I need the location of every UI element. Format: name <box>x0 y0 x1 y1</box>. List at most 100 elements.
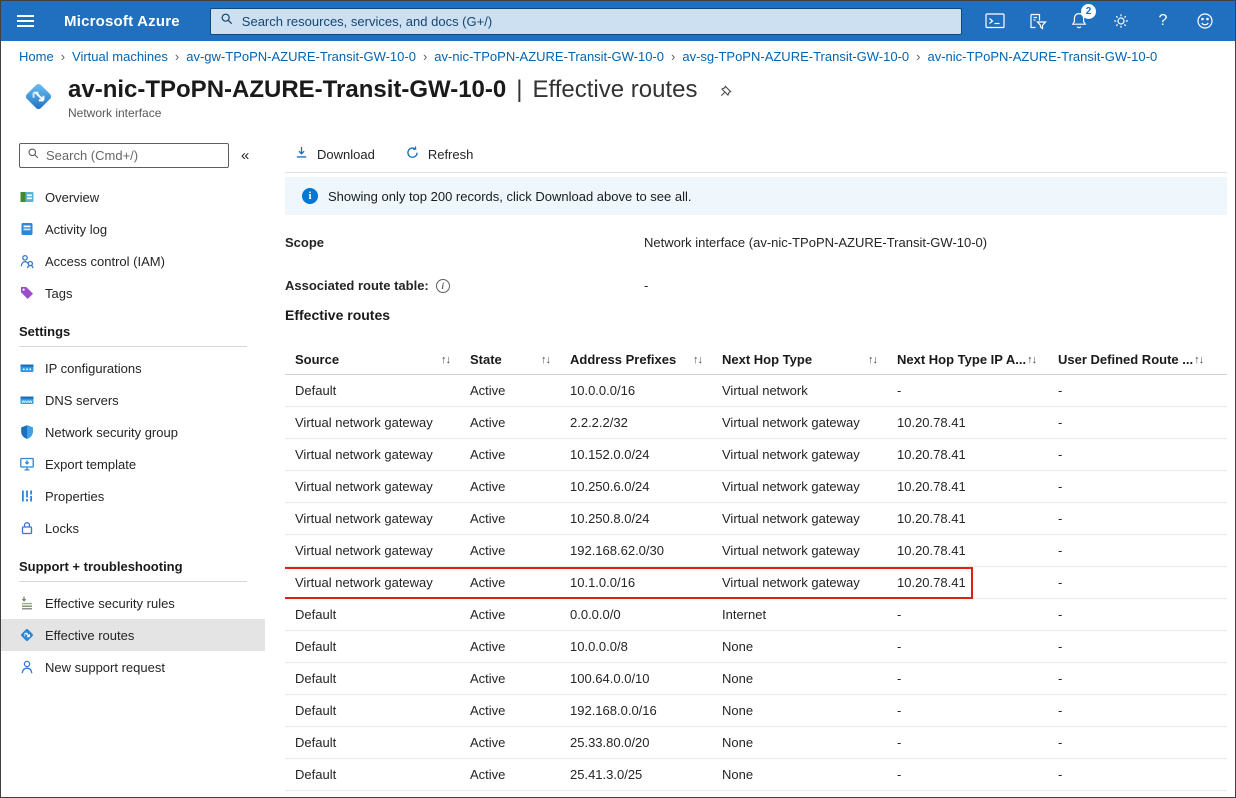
table-row[interactable]: DefaultActive0.0.0.0/0Internet-- <box>285 599 1227 631</box>
table-row[interactable]: Virtual network gatewayActive2.2.2.2/32V… <box>285 407 1227 439</box>
table-cell: - <box>1058 383 1227 398</box>
sidebar-item-new-support-request[interactable]: New support request <box>1 651 265 683</box>
table-cell: Virtual network gateway <box>722 479 897 494</box>
table-cell: - <box>1058 671 1227 686</box>
table-cell: Active <box>470 543 570 558</box>
breadcrumb-separator: › <box>175 49 179 64</box>
table-cell: Default <box>285 703 470 718</box>
info-circle-icon[interactable]: i <box>436 279 450 293</box>
breadcrumb-item-av-sg-tpopn-azure-transit-gw-10-0[interactable]: av-sg-TPoPN-AZURE-Transit-GW-10-0 <box>682 49 909 64</box>
sort-icon: ↑↓ <box>541 354 550 366</box>
table-cell: 10.1.0.0/16 <box>570 575 722 590</box>
sidebar-item-label: Export template <box>45 457 136 472</box>
sidebar-item-access-control-iam[interactable]: Access control (IAM) <box>1 245 265 277</box>
sidebar-item-export-template[interactable]: Export template <box>1 448 265 480</box>
scope-label: Scope <box>285 235 644 250</box>
table-cell: - <box>1058 511 1227 526</box>
sidebar-item-label: Network security group <box>45 425 178 440</box>
table-row[interactable]: DefaultActive25.33.80.0/20None-- <box>285 727 1227 759</box>
table-row[interactable]: Virtual network gatewayActive10.1.0.0/16… <box>285 567 1227 599</box>
directory-filter-icon[interactable] <box>1021 5 1053 37</box>
table-cell: Virtual network gateway <box>722 447 897 462</box>
refresh-button[interactable]: Refresh <box>405 145 474 163</box>
scope-value: Network interface (av-nic-TPoPN-AZURE-Tr… <box>644 235 987 250</box>
table-cell: 2.2.2.2/32 <box>570 415 722 430</box>
download-button[interactable]: Download <box>294 145 375 163</box>
sidebar-search[interactable] <box>19 143 229 168</box>
table-row[interactable]: Virtual network gatewayActive10.152.0.0/… <box>285 439 1227 471</box>
sidebar-item-network-security-group[interactable]: Network security group <box>1 416 265 448</box>
sidebar-item-locks[interactable]: Locks <box>1 512 265 544</box>
effective-security-rules-icon <box>19 595 35 611</box>
hamburger-menu-icon[interactable] <box>1 1 49 41</box>
topbar: Microsoft Azure 2 ? <box>1 1 1235 41</box>
breadcrumb-item-av-nic-tpopn-azure-transit-gw-10-0[interactable]: av-nic-TPoPN-AZURE-Transit-GW-10-0 <box>434 49 664 64</box>
notifications-bell-icon[interactable]: 2 <box>1063 5 1095 37</box>
pin-icon[interactable] <box>719 76 734 106</box>
sidebar-item-label: New support request <box>45 660 165 675</box>
table-cell: - <box>1058 767 1227 782</box>
breadcrumb-separator: › <box>423 49 427 64</box>
sidebar-item-label: Effective security rules <box>45 596 175 611</box>
breadcrumb-item-virtual-machines[interactable]: Virtual machines <box>72 49 168 64</box>
table-row[interactable]: Virtual network gatewayActive10.250.8.0/… <box>285 503 1227 535</box>
table-cell: - <box>1058 543 1227 558</box>
sidebar-divider <box>19 581 247 582</box>
sidebar-item-effective-security-rules[interactable]: Effective security rules <box>1 587 265 619</box>
sidebar-divider <box>19 346 247 347</box>
table-row[interactable]: Virtual network gatewayActive192.168.62.… <box>285 535 1227 567</box>
table-cell: 25.41.3.0/25 <box>570 767 722 782</box>
table-row[interactable]: Virtual network gatewayActive10.250.6.0/… <box>285 471 1227 503</box>
network-interface-icon <box>21 79 56 119</box>
table-row[interactable]: DefaultActive10.0.0.0/8None-- <box>285 631 1227 663</box>
column-header-user-defined-route[interactable]: User Defined Route ...↑↓ <box>1058 352 1227 367</box>
azure-brand[interactable]: Microsoft Azure <box>64 13 180 30</box>
collapse-sidebar-icon[interactable]: « <box>241 147 249 164</box>
table-cell: None <box>722 639 897 654</box>
table-cell: Virtual network gateway <box>285 543 470 558</box>
column-header-state[interactable]: State↑↓ <box>470 352 570 367</box>
global-search[interactable] <box>210 8 962 35</box>
column-header-source[interactable]: Source↑↓ <box>285 352 470 367</box>
table-cell: Active <box>470 703 570 718</box>
info-icon: i <box>302 188 318 204</box>
table-row[interactable]: DefaultActive192.168.0.0/16None-- <box>285 695 1227 727</box>
table-cell: 10.250.8.0/24 <box>570 511 722 526</box>
table-cell: 192.168.62.0/30 <box>570 543 722 558</box>
table-cell: Default <box>285 735 470 750</box>
sidebar-item-effective-routes[interactable]: Effective routes <box>1 619 265 651</box>
table-cell: 0.0.0.0/0 <box>570 607 722 622</box>
table-row[interactable]: DefaultActive100.64.0.0/10None-- <box>285 663 1227 695</box>
breadcrumb-item-av-gw-tpopn-azure-transit-gw-10-0[interactable]: av-gw-TPoPN-AZURE-Transit-GW-10-0 <box>186 49 416 64</box>
column-header-next-hop-type[interactable]: Next Hop Type↑↓ <box>722 352 897 367</box>
table-row[interactable]: DefaultActive25.41.3.0/25None-- <box>285 759 1227 791</box>
sidebar-item-properties[interactable]: Properties <box>1 480 265 512</box>
azure-portal-window: Microsoft Azure 2 ? Home › Virtual machine… <box>0 0 1236 798</box>
svg-text:www: www <box>21 399 33 404</box>
sidebar-item-tags[interactable]: Tags <box>1 277 265 309</box>
title-separator: | <box>516 75 522 105</box>
toolbar: Download Refresh <box>285 136 1227 173</box>
feedback-smiley-icon[interactable] <box>1189 5 1221 37</box>
column-header-next-hop-type-ip-a[interactable]: Next Hop Type IP A...↑↓ <box>897 352 1058 367</box>
breadcrumb-item-home[interactable]: Home <box>19 49 54 64</box>
cloud-shell-icon[interactable] <box>979 5 1011 37</box>
sidebar-item-dns-servers[interactable]: wwwDNS servers <box>1 384 265 416</box>
column-header-label: Next Hop Type <box>722 352 812 367</box>
sidebar-item-overview[interactable]: Overview <box>1 181 265 213</box>
settings-gear-icon[interactable] <box>1105 5 1137 37</box>
table-cell: 10.20.78.41 <box>897 543 1058 558</box>
table-row[interactable]: DefaultActive10.0.0.0/16Virtual network-… <box>285 375 1227 407</box>
global-search-input[interactable] <box>242 14 952 29</box>
table-cell: Virtual network gateway <box>285 415 470 430</box>
table-cell: - <box>897 671 1058 686</box>
sidebar-item-ip-configurations[interactable]: IP configurations <box>1 352 265 384</box>
download-icon <box>294 145 309 163</box>
sidebar-search-input[interactable] <box>46 148 221 163</box>
column-header-address-prefixes[interactable]: Address Prefixes↑↓ <box>570 352 722 367</box>
table-cell: - <box>897 639 1058 654</box>
breadcrumb-item-av-nic-tpopn-azure-transit-gw-10-0[interactable]: av-nic-TPoPN-AZURE-Transit-GW-10-0 <box>928 49 1158 64</box>
help-icon[interactable]: ? <box>1147 5 1179 37</box>
table-cell: Active <box>470 671 570 686</box>
sidebar-item-activity-log[interactable]: Activity log <box>1 213 265 245</box>
